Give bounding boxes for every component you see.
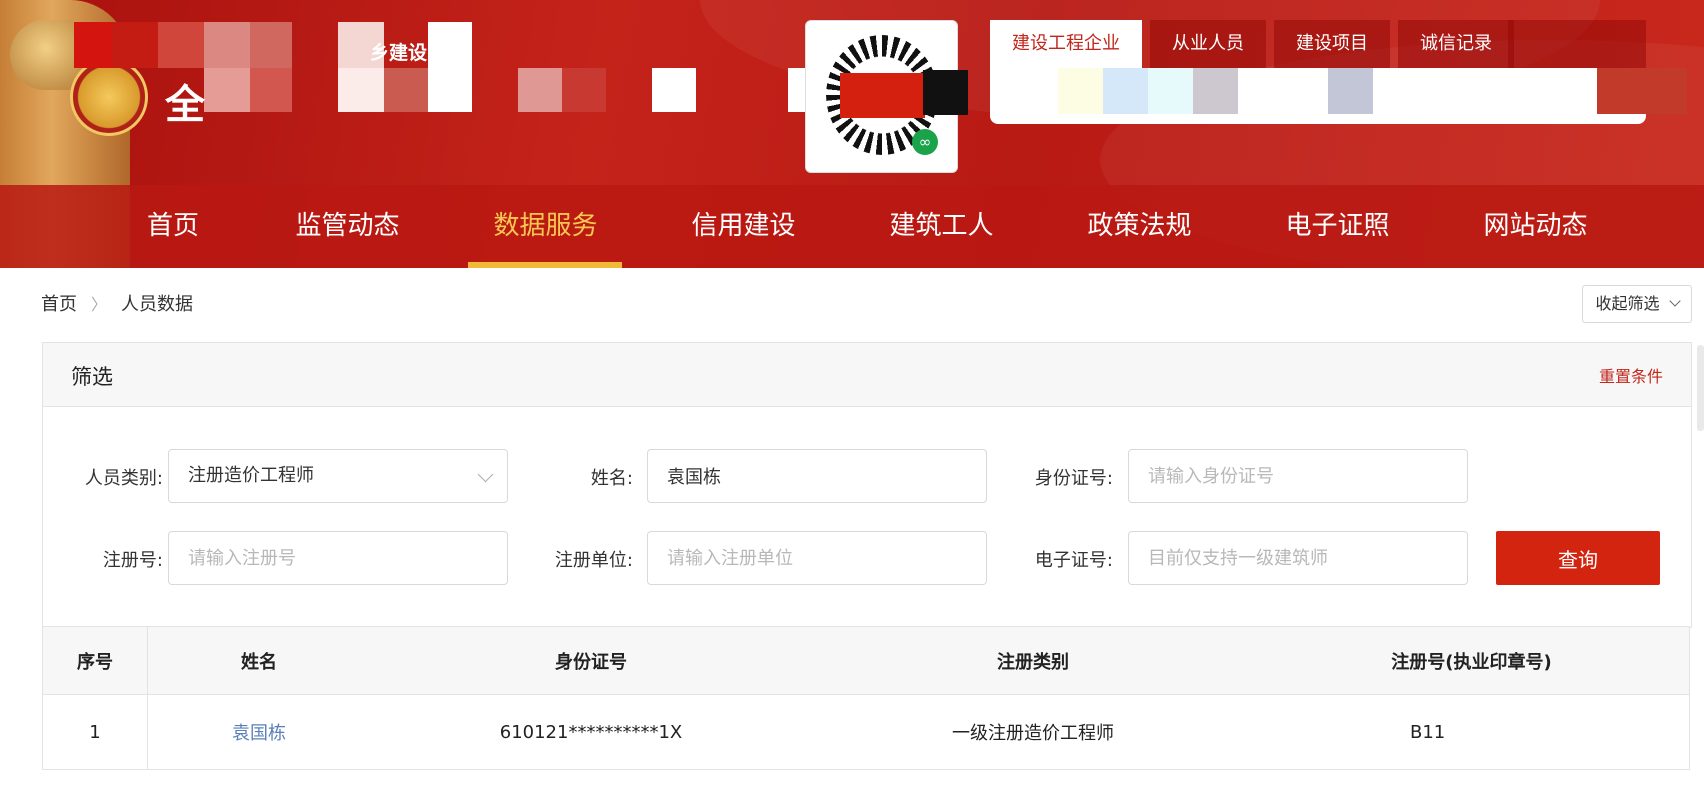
filter-panel: 筛选 重置条件 人员类别: 注册造价工程师 姓名: 身份证号: 注册号: 注册单… <box>42 342 1692 628</box>
chevron-down-icon <box>477 466 494 483</box>
name-label: 姓名: <box>590 468 633 489</box>
row-id-number: 610121**********1X <box>370 694 812 770</box>
search-button[interactable] <box>1597 68 1687 114</box>
row-reg-no: B11 <box>1254 694 1690 770</box>
national-emblem-icon <box>70 58 148 136</box>
nav-active-underline <box>468 262 622 268</box>
nav-credit-building[interactable]: 信用建设 <box>686 185 801 268</box>
nav-regulatory-news[interactable]: 监管动态 <box>290 185 405 268</box>
reg-unit-input[interactable] <box>647 531 987 585</box>
search-tab-practitioners[interactable]: 从业人员 <box>1150 20 1266 68</box>
reg-unit-label: 注册单位: <box>554 550 633 571</box>
breadcrumb-home[interactable]: 首页 <box>41 290 77 316</box>
person-type-label: 人员类别: <box>84 468 163 489</box>
search-tab-projects[interactable]: 建设项目 <box>1274 20 1390 68</box>
col-id-number-header: 身份证号 <box>370 626 812 695</box>
filter-title: 筛选 <box>71 365 113 389</box>
site-title: 全 <box>165 82 209 128</box>
filter-header: 筛选 重置条件 <box>43 343 1691 407</box>
search-tab-credit-records[interactable]: 诚信记录 <box>1398 20 1514 68</box>
breadcrumb: 首页 〉 人员数据 <box>41 290 193 316</box>
id-number-input[interactable] <box>1128 449 1468 503</box>
reg-number-label: 注册号: <box>102 550 163 571</box>
query-button[interactable]: 查询 <box>1496 531 1660 585</box>
nav-e-certificates[interactable]: 电子证照 <box>1280 185 1395 268</box>
e-cert-label: 电子证号: <box>1034 550 1113 571</box>
reset-filters-link[interactable]: 重置条件 <box>1599 363 1663 387</box>
nav-site-news[interactable]: 网站动态 <box>1478 185 1593 268</box>
person-name-link[interactable]: 袁国栋 <box>232 723 286 744</box>
reg-number-input[interactable] <box>168 531 508 585</box>
e-cert-input[interactable] <box>1128 531 1468 585</box>
side-scroll-rail[interactable] <box>1697 345 1704 431</box>
chevron-down-icon <box>1668 295 1681 307</box>
chevron-right-icon: 〉 <box>91 295 108 314</box>
collapse-filter-label: 收起筛选 <box>1595 294 1660 313</box>
search-tabs: 建设工程企业 从业人员 建设项目 诚信记录 <box>990 20 1522 68</box>
col-reg-no-header: 注册号(执业印章号) <box>1254 626 1690 695</box>
col-category-header: 注册类别 <box>812 626 1254 695</box>
table-row: 1 袁国栋 610121**********1X 一级注册造价工程师 B11 <box>42 694 1690 770</box>
row-index: 1 <box>42 694 148 770</box>
nav-policies[interactable]: 政策法规 <box>1082 185 1197 268</box>
person-type-select[interactable]: 注册造价工程师 <box>168 449 508 503</box>
id-number-label: 身份证号: <box>1034 468 1113 489</box>
col-index-header: 序号 <box>42 626 148 695</box>
site-subtitle: 乡建设 <box>370 42 428 64</box>
search-tab-filler <box>1508 20 1646 68</box>
row-category: 一级注册造价工程师 <box>812 694 1254 770</box>
collapse-filter-button[interactable]: 收起筛选 <box>1582 285 1692 323</box>
table-header-row: 序号 姓名 身份证号 注册类别 注册号(执业印章号) <box>42 626 1690 695</box>
nav-home[interactable]: 首页 <box>128 185 218 268</box>
search-input[interactable] <box>990 68 1646 124</box>
person-type-value: 注册造价工程师 <box>188 465 314 486</box>
name-input[interactable] <box>647 449 987 503</box>
site-header: 全 乡建设 ∞ 建设工程企业 从业人员 建设项目 诚信记录 首页 监管动态 数据… <box>0 0 1704 268</box>
mini-program-icon: ∞ <box>912 129 938 155</box>
results-table: 序号 姓名 身份证号 注册类别 注册号(执业印章号) 1 袁国栋 610121*… <box>42 626 1690 770</box>
col-name-header: 姓名 <box>147 626 370 695</box>
main-nav: 首页 监管动态 数据服务 信用建设 建筑工人 政策法规 电子证照 网站动态 <box>0 185 1704 268</box>
nav-construction-workers[interactable]: 建筑工人 <box>884 185 999 268</box>
breadcrumb-current: 人员数据 <box>121 294 194 315</box>
nav-data-services[interactable]: 数据服务 <box>488 185 603 268</box>
search-tab-enterprise[interactable]: 建设工程企业 <box>990 20 1142 68</box>
